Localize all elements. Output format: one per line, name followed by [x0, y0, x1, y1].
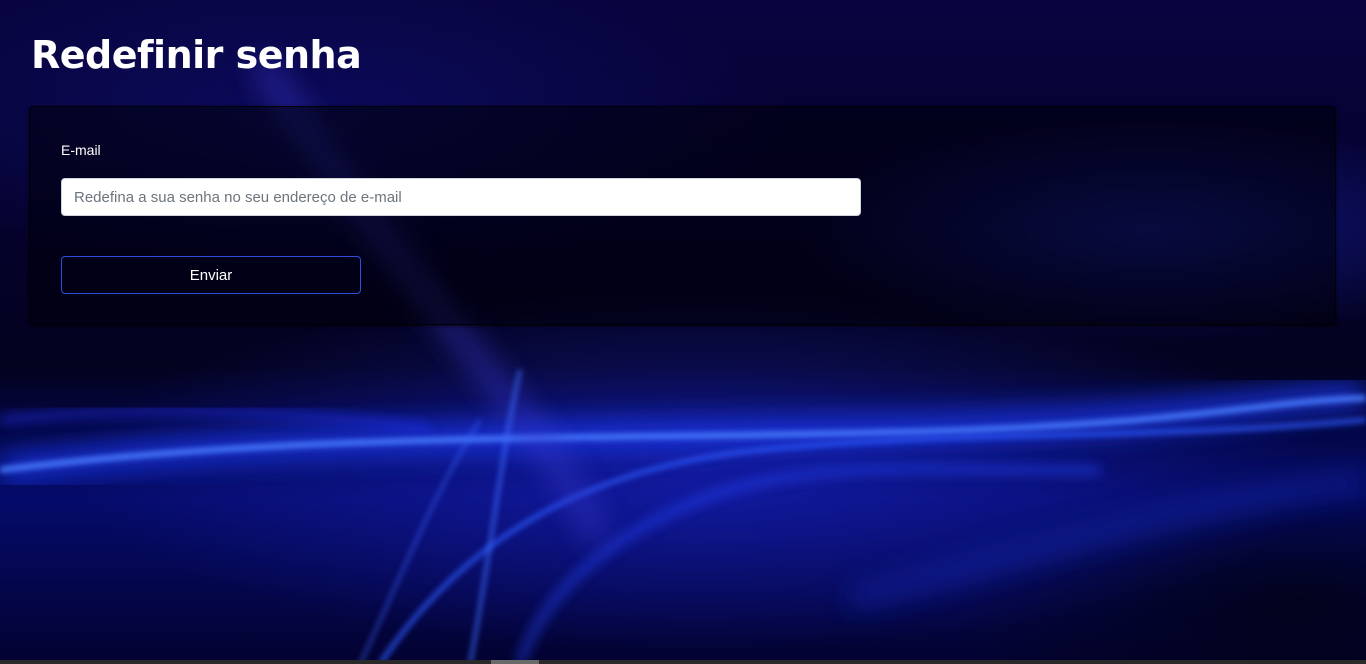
- email-label: E-mail: [61, 142, 101, 158]
- page: Redefinir senha E-mail Enviar: [0, 0, 1366, 664]
- horizontal-scrollbar[interactable]: [0, 660, 1366, 664]
- email-input[interactable]: [61, 178, 861, 216]
- light-streaks-background: [0, 54, 1366, 664]
- submit-button[interactable]: Enviar: [61, 256, 361, 294]
- scrollbar-thumb[interactable]: [491, 660, 539, 664]
- reset-password-form: E-mail Enviar: [29, 106, 1336, 325]
- page-title: Redefinir senha: [31, 33, 362, 77]
